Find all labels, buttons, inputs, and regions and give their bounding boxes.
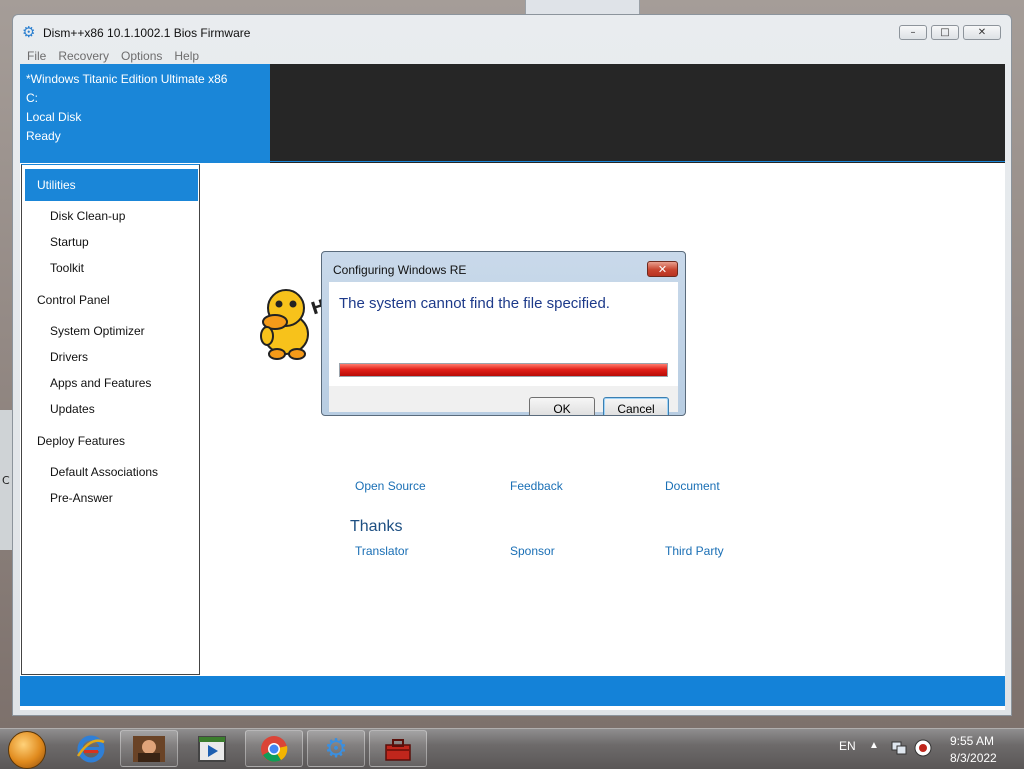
sidebar-item-toolkit[interactable]: Toolkit — [50, 261, 84, 275]
maximize-icon: □ — [940, 27, 950, 38]
menu-file[interactable]: File — [27, 47, 54, 65]
disk-type: Local Disk — [26, 110, 82, 124]
dialog-message: The system cannot find the file specifie… — [339, 295, 610, 312]
sidebar-item-apps-and-features[interactable]: Apps and Features — [50, 376, 151, 390]
window-title: Dism++x86 10.1.1002.1 Bios Firmware — [43, 26, 251, 40]
taskbar-dism[interactable]: ⚙ — [307, 730, 365, 767]
taskbar-internet-explorer[interactable] — [62, 730, 120, 767]
dialog-title: Configuring Windows RE — [333, 263, 467, 277]
configuring-dialog: Configuring Windows RE ✕ The system cann… — [321, 251, 686, 416]
status-text: Ready — [26, 129, 61, 143]
system-info-bar: *Windows Titanic Edition Ultimate x86 C:… — [20, 64, 1005, 163]
close-button[interactable]: ✕ — [963, 25, 1001, 40]
sidebar-group-control-panel[interactable]: Control Panel — [37, 293, 110, 307]
sidebar-item-startup[interactable]: Startup — [50, 235, 89, 249]
menu-bar: File Recovery Options Help — [27, 47, 211, 65]
dialog-close-button[interactable]: ✕ — [647, 261, 678, 277]
close-icon: ✕ — [657, 263, 668, 276]
dism-gear-icon: ⚙ — [324, 733, 348, 764]
network-icon[interactable] — [890, 739, 908, 757]
start-button[interactable] — [8, 731, 46, 769]
drive-letter: C: — [26, 91, 38, 105]
minimize-button[interactable]: – — [899, 25, 927, 40]
progress-bar-fill — [340, 364, 667, 376]
dialog-footer: OK Cancel — [329, 386, 678, 415]
taskbar-toolbox[interactable] — [369, 730, 427, 767]
link-sponsor[interactable]: Sponsor — [510, 544, 555, 558]
link-translator[interactable]: Translator — [355, 544, 409, 558]
link-document[interactable]: Document — [665, 479, 720, 493]
sidebar: Utilities Disk Clean-up Startup Toolkit … — [21, 164, 200, 675]
cancel-button[interactable]: Cancel — [603, 397, 669, 415]
gear-icon: ⚙ — [22, 23, 36, 41]
selected-system-panel[interactable]: *Windows Titanic Edition Ultimate x86 C:… — [20, 64, 270, 163]
clock-time[interactable]: 9:55 AM — [950, 734, 994, 748]
link-open-source[interactable]: Open Source — [355, 479, 426, 493]
photo-app-icon — [133, 735, 165, 762]
sidebar-item-default-associations[interactable]: Default Associations — [50, 465, 158, 479]
menu-help[interactable]: Help — [174, 47, 207, 65]
toolbox-icon — [385, 738, 411, 761]
sidebar-item-utilities[interactable]: Utilities — [25, 169, 198, 201]
volume-muted-icon[interactable] — [913, 738, 933, 758]
sidebar-item-pre-answer[interactable]: Pre-Answer — [50, 491, 113, 505]
utilities-content: Hi~ Open Source Feedback Document Thanks… — [201, 164, 1005, 675]
internet-explorer-icon — [76, 735, 105, 762]
sidebar-group-deploy-features[interactable]: Deploy Features — [37, 434, 125, 448]
clock-date[interactable]: 8/3/2022 — [950, 751, 997, 765]
close-icon: ✕ — [977, 27, 987, 38]
menu-recovery[interactable]: Recovery — [58, 47, 117, 65]
os-name: *Windows Titanic Edition Ultimate x86 — [26, 72, 228, 86]
chrome-icon — [261, 735, 288, 762]
sidebar-item-updates[interactable]: Updates — [50, 402, 95, 416]
info-bar-divider — [270, 161, 1005, 162]
show-hidden-icons-icon[interactable]: ▲ — [869, 740, 879, 751]
language-indicator[interactable]: EN — [839, 739, 856, 753]
background-drive-letter: C — [2, 474, 10, 487]
dialog-body: The system cannot find the file specifie… — [329, 282, 678, 386]
title-bar[interactable]: ⚙ Dism++x86 10.1.1002.1 Bios Firmware – … — [13, 15, 1011, 47]
taskbar-media-player[interactable] — [183, 730, 241, 767]
thanks-heading: Thanks — [350, 518, 403, 535]
maximize-button[interactable]: □ — [931, 25, 959, 40]
link-feedback[interactable]: Feedback — [510, 479, 563, 493]
sidebar-item-disk-cleanup[interactable]: Disk Clean-up — [50, 209, 125, 223]
ok-button[interactable]: OK — [529, 397, 595, 415]
sidebar-item-system-optimizer[interactable]: System Optimizer — [50, 324, 145, 338]
taskbar-photo-app[interactable] — [120, 730, 178, 767]
minimize-icon: – — [910, 27, 916, 38]
taskbar-chrome[interactable] — [245, 730, 303, 767]
sidebar-item-drivers[interactable]: Drivers — [50, 350, 88, 364]
media-player-icon — [198, 735, 226, 762]
sidebar-item-label: Utilities — [37, 178, 76, 192]
bottom-status-bar — [20, 676, 1005, 706]
link-third-party[interactable]: Third Party — [665, 544, 724, 558]
progress-bar — [339, 363, 668, 377]
menu-options[interactable]: Options — [121, 47, 170, 65]
